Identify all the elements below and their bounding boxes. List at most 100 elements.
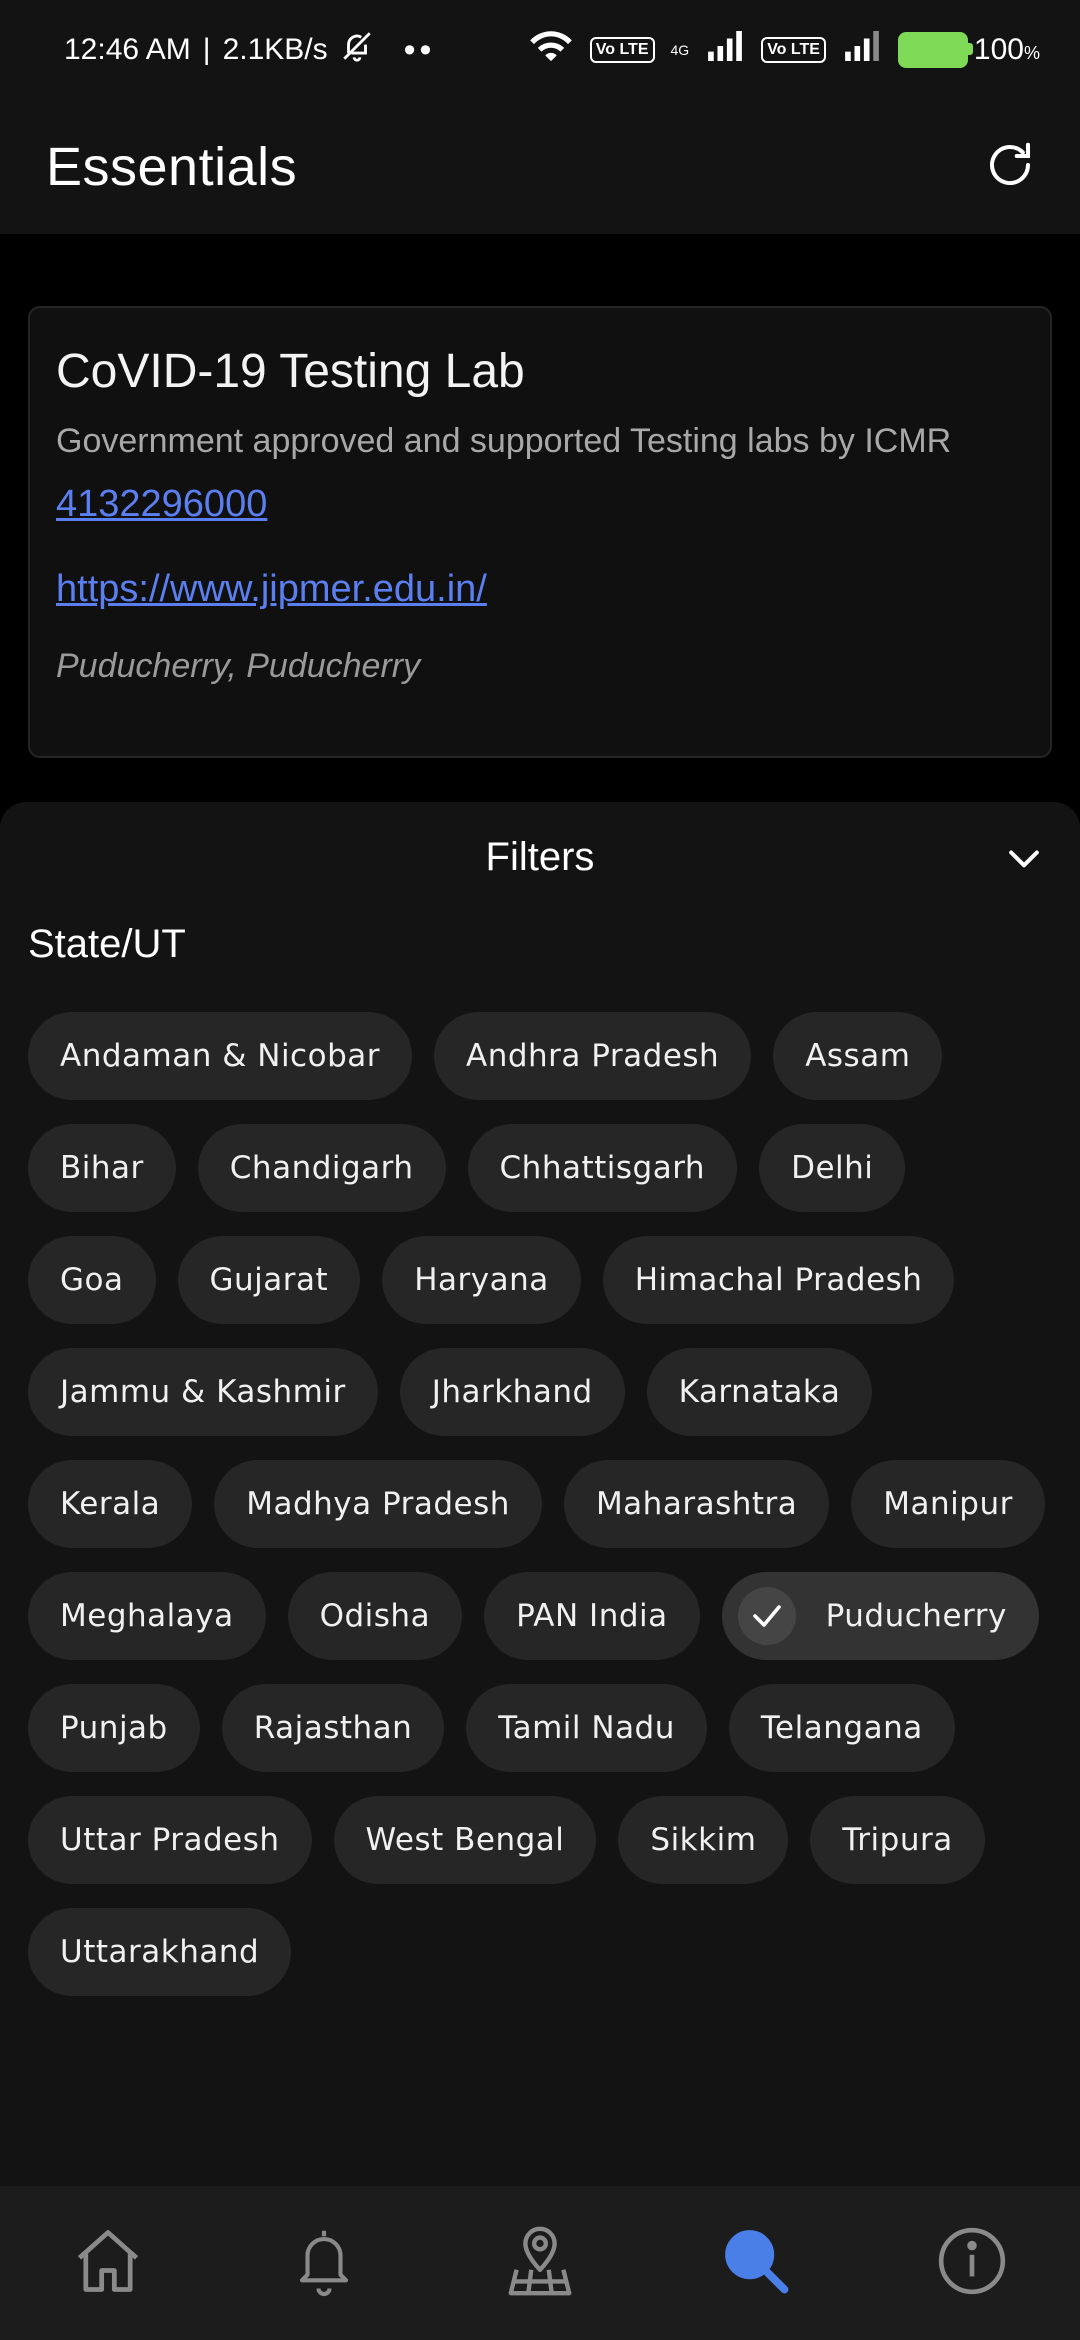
filter-chip[interactable]: Puducherry xyxy=(721,1572,1039,1660)
filter-chip-label: Punjab xyxy=(60,1710,168,1746)
refresh-button[interactable] xyxy=(980,137,1040,197)
filter-chip-label: Tripura xyxy=(842,1822,953,1858)
filter-chip[interactable]: Chandigarh xyxy=(197,1124,446,1212)
filters-title: Filters xyxy=(485,834,595,879)
nav-info[interactable] xyxy=(922,2213,1022,2313)
signal-icon-2 xyxy=(842,31,882,69)
wifi-icon xyxy=(528,29,574,71)
filter-chip-label: West Bengal xyxy=(365,1822,565,1858)
card-title: CoVID-19 Testing Lab xyxy=(56,345,525,398)
filter-chip-label: Kerala xyxy=(60,1486,161,1522)
filter-chip-label: Tamil Nadu xyxy=(498,1710,675,1746)
website-link[interactable]: https://www.jipmer.edu.in/ xyxy=(56,568,1024,611)
nav-search[interactable] xyxy=(706,2213,806,2313)
filter-chip[interactable]: Odisha xyxy=(287,1572,463,1660)
filter-chip[interactable]: Andhra Pradesh xyxy=(433,1012,752,1100)
filter-chip[interactable]: Bihar xyxy=(28,1124,176,1212)
filter-chip[interactable]: Karnataka xyxy=(646,1348,873,1436)
card-location: Puducherry, Puducherry xyxy=(56,647,421,685)
status-separator: | xyxy=(202,33,211,66)
filter-chip[interactable]: Uttarakhand xyxy=(28,1908,292,1996)
filter-chip[interactable]: Assam xyxy=(773,1012,943,1100)
filter-chip-label: Haryana xyxy=(414,1262,549,1298)
filter-chip[interactable]: Andaman & Nicobar xyxy=(28,1012,412,1100)
signal-icon xyxy=(705,31,745,69)
status-dots: •• xyxy=(403,30,436,69)
filter-chip-label: Sikkim xyxy=(650,1822,757,1858)
filter-chip[interactable]: Rajasthan xyxy=(221,1684,445,1772)
status-time: 12:46 AM xyxy=(64,33,191,66)
bell-icon xyxy=(291,2225,357,2302)
volte-badge-2: Vo LTE xyxy=(761,37,826,63)
filter-chip[interactable]: Jammu & Kashmir xyxy=(28,1348,378,1436)
filter-chip-label: Jammu & Kashmir xyxy=(60,1374,346,1410)
filter-chip-label: Meghalaya xyxy=(60,1598,234,1634)
nav-home[interactable] xyxy=(58,2213,158,2313)
filter-chip-label: Telangana xyxy=(760,1710,923,1746)
check-icon xyxy=(737,1587,796,1645)
filter-chip-label: Madhya Pradesh xyxy=(246,1486,510,1522)
filter-chip-label: Himachal Pradesh xyxy=(634,1262,923,1298)
filter-chip[interactable]: Haryana xyxy=(382,1236,581,1324)
info-icon xyxy=(935,2224,1009,2303)
status-right: Vo LTE 4G Vo LTE 100% xyxy=(528,29,1040,71)
bottom-navigation xyxy=(0,2186,1080,2340)
filter-chip-label: Andhra Pradesh xyxy=(465,1038,720,1074)
home-icon xyxy=(70,2223,146,2304)
filter-chip[interactable]: Goa xyxy=(28,1236,156,1324)
refresh-icon xyxy=(983,138,1037,197)
filter-chip[interactable]: Meghalaya xyxy=(28,1572,266,1660)
chevron-down-icon[interactable] xyxy=(1002,836,1046,880)
filter-chip[interactable]: Chhattisgarh xyxy=(467,1124,738,1212)
map-pin-icon xyxy=(504,2223,576,2304)
filters-header[interactable]: Filters xyxy=(0,802,1080,912)
filter-chip-label: Karnataka xyxy=(678,1374,841,1410)
filter-chip[interactable]: Kerala xyxy=(28,1460,193,1548)
filter-chip-label: Gujarat xyxy=(209,1262,329,1298)
filter-chip-label: Andaman & Nicobar xyxy=(60,1038,380,1074)
filter-chip-label: Chhattisgarh xyxy=(499,1150,706,1186)
result-card[interactable]: CoVID-19 Testing Lab Government approved… xyxy=(28,306,1052,758)
filter-chip[interactable]: Maharashtra xyxy=(563,1460,830,1548)
phone-link[interactable]: 4132296000 xyxy=(56,483,1024,526)
search-icon xyxy=(718,2223,794,2304)
filter-chip[interactable]: Tripura xyxy=(810,1796,985,1884)
filter-chip[interactable]: Uttar Pradesh xyxy=(28,1796,312,1884)
bell-off-icon xyxy=(340,29,374,71)
filter-chip[interactable]: Himachal Pradesh xyxy=(602,1236,955,1324)
filter-chip-label: Puducherry xyxy=(825,1598,1007,1634)
nav-map[interactable] xyxy=(490,2213,590,2313)
filter-chip-label: Maharashtra xyxy=(595,1486,798,1522)
filter-chip-label: Manipur xyxy=(883,1486,1013,1522)
filter-chip[interactable]: Telangana xyxy=(728,1684,955,1772)
filter-chip-label: Uttar Pradesh xyxy=(60,1822,280,1858)
filter-chip[interactable]: Tamil Nadu xyxy=(466,1684,707,1772)
network-type: 4G xyxy=(670,42,690,58)
filter-chip-label: Rajasthan xyxy=(253,1710,413,1746)
filter-chip[interactable]: Sikkim xyxy=(618,1796,789,1884)
filter-chip-label: Jharkhand xyxy=(431,1374,593,1410)
volte-badge: Vo LTE xyxy=(589,37,655,63)
filter-chip-label: Bihar xyxy=(60,1150,144,1186)
filter-chip[interactable]: Manipur xyxy=(851,1460,1045,1548)
state-ut-label: State/UT xyxy=(28,922,186,966)
app-bar: Essentials xyxy=(0,100,1080,234)
page-title: Essentials xyxy=(46,137,298,197)
filter-chip[interactable]: Gujarat xyxy=(177,1236,361,1324)
network-speed: 2.1KB/s xyxy=(222,33,328,66)
filter-chip[interactable]: Delhi xyxy=(759,1124,906,1212)
filter-chip[interactable]: Madhya Pradesh xyxy=(214,1460,542,1548)
status-bar: 12:46 AM | 2.1KB/s •• Vo LTE 4G Vo LTE 1… xyxy=(0,0,1080,100)
filter-chip-label: PAN India xyxy=(516,1598,668,1634)
battery-icon xyxy=(897,32,973,68)
nav-notifications[interactable] xyxy=(274,2213,374,2313)
filters-sheet: Filters State/UT Andaman & Nicobar Andhra… xyxy=(0,802,1080,2186)
state-chip-group: Andaman & Nicobar Andhra Pradesh Assam Biha… xyxy=(0,976,1080,1996)
filter-chip[interactable]: West Bengal xyxy=(333,1796,597,1884)
filter-chip[interactable]: Punjab xyxy=(28,1684,200,1772)
battery-level: 100% xyxy=(973,33,1040,66)
filter-chip-label: Goa xyxy=(60,1262,124,1298)
filter-chip-label: Delhi xyxy=(791,1150,874,1186)
filter-chip[interactable]: PAN India xyxy=(484,1572,700,1660)
filter-chip[interactable]: Jharkhand xyxy=(399,1348,625,1436)
